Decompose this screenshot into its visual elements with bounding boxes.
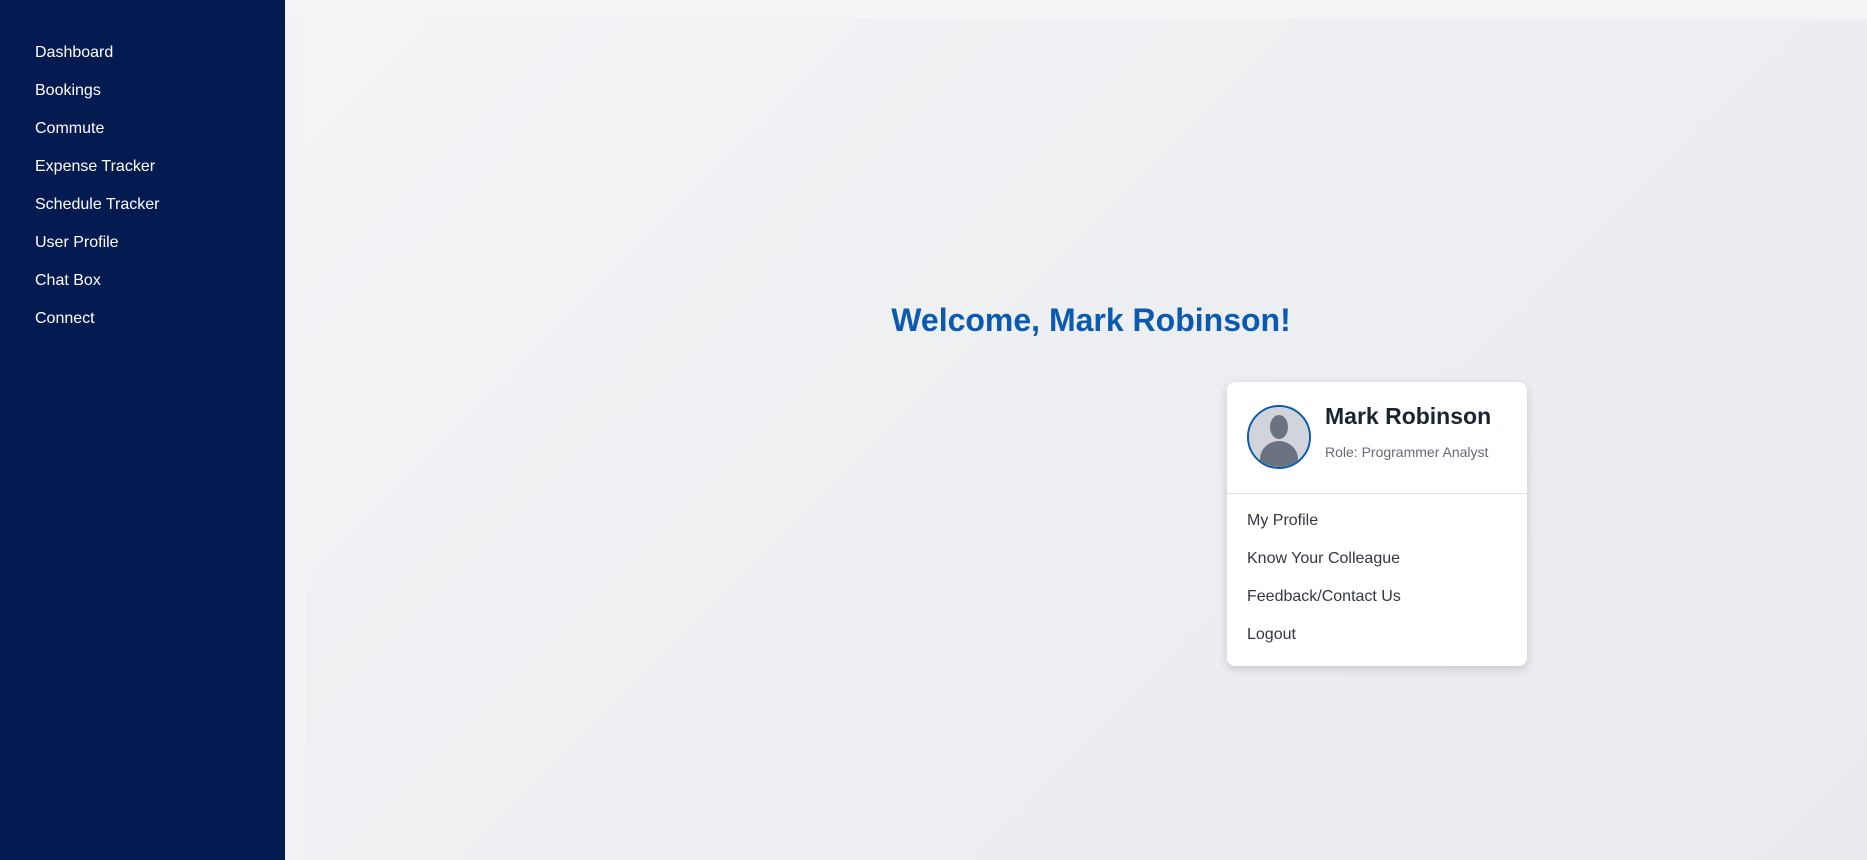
sidebar-item-dashboard[interactable]: Dashboard	[35, 42, 160, 80]
sidebar-item-schedule-tracker[interactable]: Schedule Tracker	[35, 194, 160, 232]
profile-card-header: Mark Robinson Role: Programmer Analyst	[1227, 382, 1527, 494]
menu-item-know-your-colleague[interactable]: Know Your Colleague	[1247, 549, 1401, 587]
sidebar-item-connect[interactable]: Connect	[35, 308, 160, 346]
profile-name: Mark Robinson	[1325, 403, 1492, 429]
sidebar-item-bookings[interactable]: Bookings	[35, 80, 160, 118]
sidebar-item-commute[interactable]: Commute	[35, 118, 160, 156]
user-avatar-icon	[1247, 405, 1311, 469]
sidebar-item-chat-box[interactable]: Chat Box	[35, 270, 160, 308]
sidebar-nav: Dashboard Bookings Commute Expense Track…	[35, 42, 160, 346]
menu-item-my-profile[interactable]: My Profile	[1247, 511, 1401, 549]
sidebar: Dashboard Bookings Commute Expense Track…	[0, 0, 285, 860]
sidebar-item-expense-tracker[interactable]: Expense Tracker	[35, 156, 160, 194]
welcome-heading: Welcome, Mark Robinson!	[891, 302, 1291, 338]
content-gutter	[285, 19, 305, 860]
profile-role: Role: Programmer Analyst	[1325, 444, 1489, 460]
sidebar-item-user-profile[interactable]: User Profile	[35, 232, 160, 270]
profile-card: Mark Robinson Role: Programmer Analyst M…	[1227, 382, 1527, 666]
top-bar	[285, 0, 1867, 19]
profile-menu: My Profile Know Your Colleague Feedback/…	[1247, 511, 1401, 663]
main-content: Welcome, Mark Robinson! Mark Robinson Ro…	[285, 0, 1867, 860]
menu-item-logout[interactable]: Logout	[1247, 625, 1401, 663]
menu-item-feedback-contact[interactable]: Feedback/Contact Us	[1247, 587, 1401, 625]
